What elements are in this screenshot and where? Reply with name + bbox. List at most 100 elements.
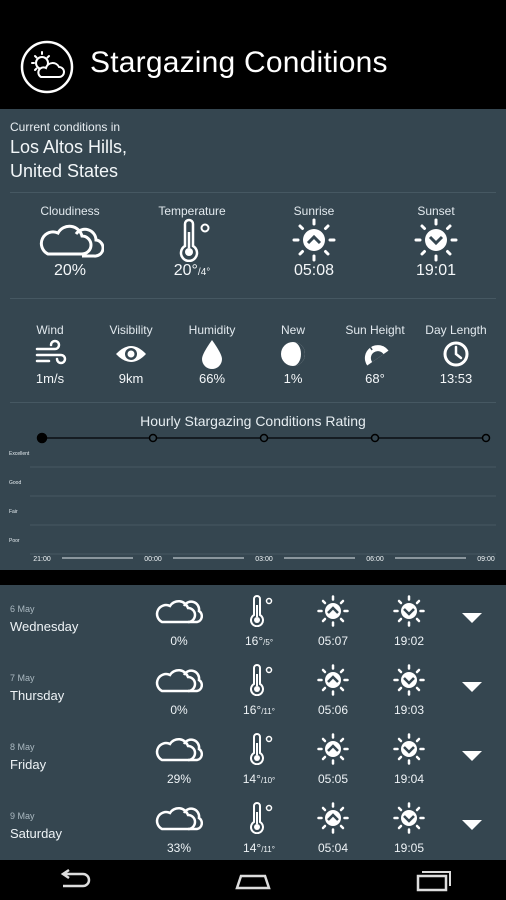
sunrise-label: Sunrise bbox=[293, 204, 335, 218]
wind-label: Wind bbox=[36, 323, 64, 337]
humidity-value: 66% bbox=[198, 371, 226, 386]
expand-arrow-icon[interactable] bbox=[462, 682, 482, 692]
forecast-day: Saturday bbox=[10, 826, 63, 841]
forecast-sunset: 19:03 bbox=[376, 664, 442, 717]
visibility-cell: Visibility 9km bbox=[96, 323, 166, 386]
y-category-label: Poor bbox=[9, 538, 20, 544]
forecast-sunrise: 05:04 bbox=[300, 802, 366, 855]
forecast-sunset: 19:02 bbox=[376, 595, 442, 648]
forecast-temperature: 14°/11° bbox=[226, 802, 292, 855]
forecast-date: 6 May bbox=[10, 604, 35, 614]
forecast-sunset: 19:04 bbox=[376, 733, 442, 786]
divider bbox=[10, 298, 496, 299]
forecast-day: Thursday bbox=[10, 688, 65, 703]
clock-icon bbox=[443, 341, 469, 367]
sunset-icon bbox=[393, 595, 425, 627]
forecast-sunrise: 05:07 bbox=[300, 595, 366, 648]
forecast-sunrise-value: 05:04 bbox=[317, 841, 349, 855]
temperature-value: 20°/4° bbox=[173, 262, 211, 279]
app-header: Stargazing Conditions bbox=[0, 0, 506, 109]
current-conditions-panel: Current conditions in Los Altos Hills, U… bbox=[0, 109, 506, 570]
sunset-value: 19:01 bbox=[415, 262, 457, 279]
expand-arrow-icon[interactable] bbox=[462, 751, 482, 761]
day-length-value: 13:53 bbox=[439, 371, 473, 386]
sunrise-icon bbox=[317, 595, 349, 627]
x-tick-label: 06:00 bbox=[366, 556, 384, 563]
home-icon[interactable] bbox=[233, 866, 273, 894]
app-title: Stargazing Conditions bbox=[90, 46, 388, 79]
forecast-sunset-value: 19:03 bbox=[393, 703, 425, 717]
data-point bbox=[148, 433, 158, 443]
day-length-label: Day Length bbox=[425, 323, 487, 337]
sun-height-value: 68° bbox=[365, 371, 385, 386]
weather-app-logo-icon bbox=[20, 40, 74, 94]
x-tick-label: 00:00 bbox=[144, 556, 162, 563]
forecast-cloudiness: 0% bbox=[146, 664, 212, 717]
wind-icon bbox=[35, 339, 67, 365]
forecast-sunset-value: 19:04 bbox=[393, 772, 425, 786]
sunset-icon bbox=[393, 664, 425, 696]
forecast-temperature-value: 14°/11° bbox=[243, 841, 275, 855]
forecast-day: Friday bbox=[10, 757, 47, 772]
forecast-row[interactable]: 6 May Wednesday 0% 16°/5° 05:07 19:02 bbox=[0, 585, 506, 654]
data-point bbox=[481, 433, 491, 443]
forecast-sunset: 19:05 bbox=[376, 802, 442, 855]
recents-icon[interactable] bbox=[412, 866, 452, 894]
forecast-row[interactable]: 8 May Friday 29% 14°/10° 05:05 19:04 bbox=[0, 723, 506, 792]
thermometer-icon bbox=[179, 218, 210, 262]
forecast-temperature-value: 16°/11° bbox=[243, 703, 275, 717]
sunrise-value: 05:08 bbox=[293, 262, 335, 279]
data-point bbox=[36, 432, 48, 444]
thermometer-icon bbox=[250, 733, 273, 766]
forecast-temperature-value: 14°/10° bbox=[242, 772, 276, 786]
forecast-temperature-value: 16°/5° bbox=[244, 634, 274, 648]
forecast-sunset-value: 19:02 bbox=[393, 634, 425, 648]
divider bbox=[10, 402, 496, 403]
cloud-icon bbox=[39, 224, 104, 258]
temperature-label: Temperature bbox=[158, 204, 226, 218]
sunrise-cell: Sunrise 05:08 bbox=[264, 204, 364, 280]
forecast-cloudiness: 29% bbox=[146, 733, 212, 786]
thermometer-icon bbox=[250, 802, 273, 835]
forecast-list[interactable]: 6 May Wednesday 0% 16°/5° 05:07 19:02 7 May Thu… bbox=[0, 585, 506, 860]
forecast-sunset-value: 19:05 bbox=[393, 841, 425, 855]
cloudiness-value: 20% bbox=[53, 262, 87, 279]
cloudiness-cell: Cloudiness 20% bbox=[20, 204, 120, 280]
droplet-icon bbox=[202, 340, 222, 369]
sun-height-cell: Sun Height 68° bbox=[338, 323, 412, 386]
back-icon[interactable] bbox=[55, 866, 95, 894]
x-tick-label: 21:00 bbox=[33, 556, 51, 563]
sun-height-label: Sun Height bbox=[345, 323, 405, 337]
y-category-label: Excellent bbox=[9, 451, 30, 457]
cloud-icon bbox=[155, 806, 204, 831]
expand-arrow-icon[interactable] bbox=[462, 613, 482, 623]
hourly-rating-chart: Excellent Good Fair Poor 21:00 00:00 03:00 06:0… bbox=[9, 432, 496, 563]
sunset-icon bbox=[414, 218, 458, 262]
humidity-label: Humidity bbox=[188, 323, 236, 337]
sunset-icon bbox=[393, 733, 425, 765]
eye-icon bbox=[116, 346, 146, 362]
sunrise-icon bbox=[317, 664, 349, 696]
forecast-cloudiness-value: 0% bbox=[170, 634, 188, 648]
protractor-icon bbox=[364, 345, 389, 366]
forecast-sunrise-value: 05:06 bbox=[317, 703, 349, 717]
cloudiness-label: Cloudiness bbox=[40, 204, 100, 218]
visibility-value: 9km bbox=[118, 371, 144, 386]
forecast-date: 9 May bbox=[10, 811, 35, 821]
sunrise-icon bbox=[292, 218, 336, 262]
data-point bbox=[259, 433, 269, 443]
sunrise-icon bbox=[317, 802, 349, 834]
thermometer-icon bbox=[250, 664, 273, 697]
forecast-cloudiness-value: 33% bbox=[166, 841, 192, 855]
forecast-row[interactable]: 9 May Saturday 33% 14°/11° 05:04 19:05 bbox=[0, 792, 506, 861]
forecast-day: Wednesday bbox=[10, 619, 79, 634]
moon-cell: New 1% bbox=[258, 323, 328, 386]
forecast-row[interactable]: 7 May Thursday 0% 16°/11° 05:06 19:03 bbox=[0, 654, 506, 723]
expand-arrow-icon[interactable] bbox=[462, 820, 482, 830]
thermometer-icon bbox=[250, 595, 273, 628]
forecast-cloudiness: 33% bbox=[146, 802, 212, 855]
moon-phase-label: New bbox=[280, 323, 305, 337]
data-point bbox=[370, 433, 380, 443]
wind-value: 1m/s bbox=[35, 371, 65, 386]
day-length-cell: Day Length 13:53 bbox=[421, 323, 491, 386]
